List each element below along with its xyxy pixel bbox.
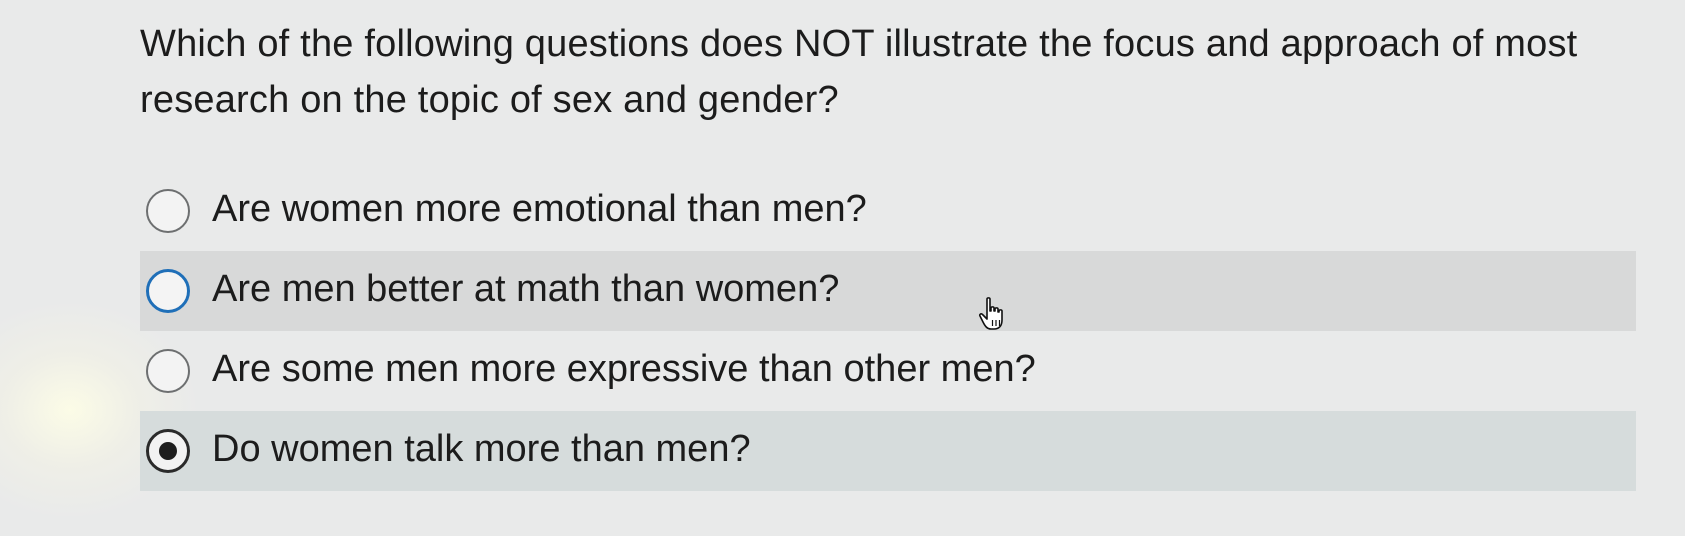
option-label: Are men better at math than women? <box>212 268 840 310</box>
option-4[interactable]: Do women talk more than men? <box>140 411 1636 491</box>
option-label: Are some men more expressive than other … <box>212 348 1036 390</box>
option-label: Are women more emotional than men? <box>212 188 867 230</box>
radio-button-selected[interactable] <box>146 429 190 473</box>
option-label: Do women talk more than men? <box>212 428 751 470</box>
radio-button[interactable] <box>146 349 190 393</box>
radio-dot <box>159 442 177 460</box>
question-text: Which of the following questions does NO… <box>140 23 1578 121</box>
radio-button[interactable] <box>146 269 190 313</box>
option-1[interactable]: Are women more emotional than men? <box>140 171 1636 251</box>
answer-options: Are women more emotional than men? Are m… <box>140 171 1636 491</box>
option-2[interactable]: Are men better at math than women? <box>140 251 1636 331</box>
radio-button[interactable] <box>146 189 190 233</box>
option-3[interactable]: Are some men more expressive than other … <box>140 331 1636 411</box>
